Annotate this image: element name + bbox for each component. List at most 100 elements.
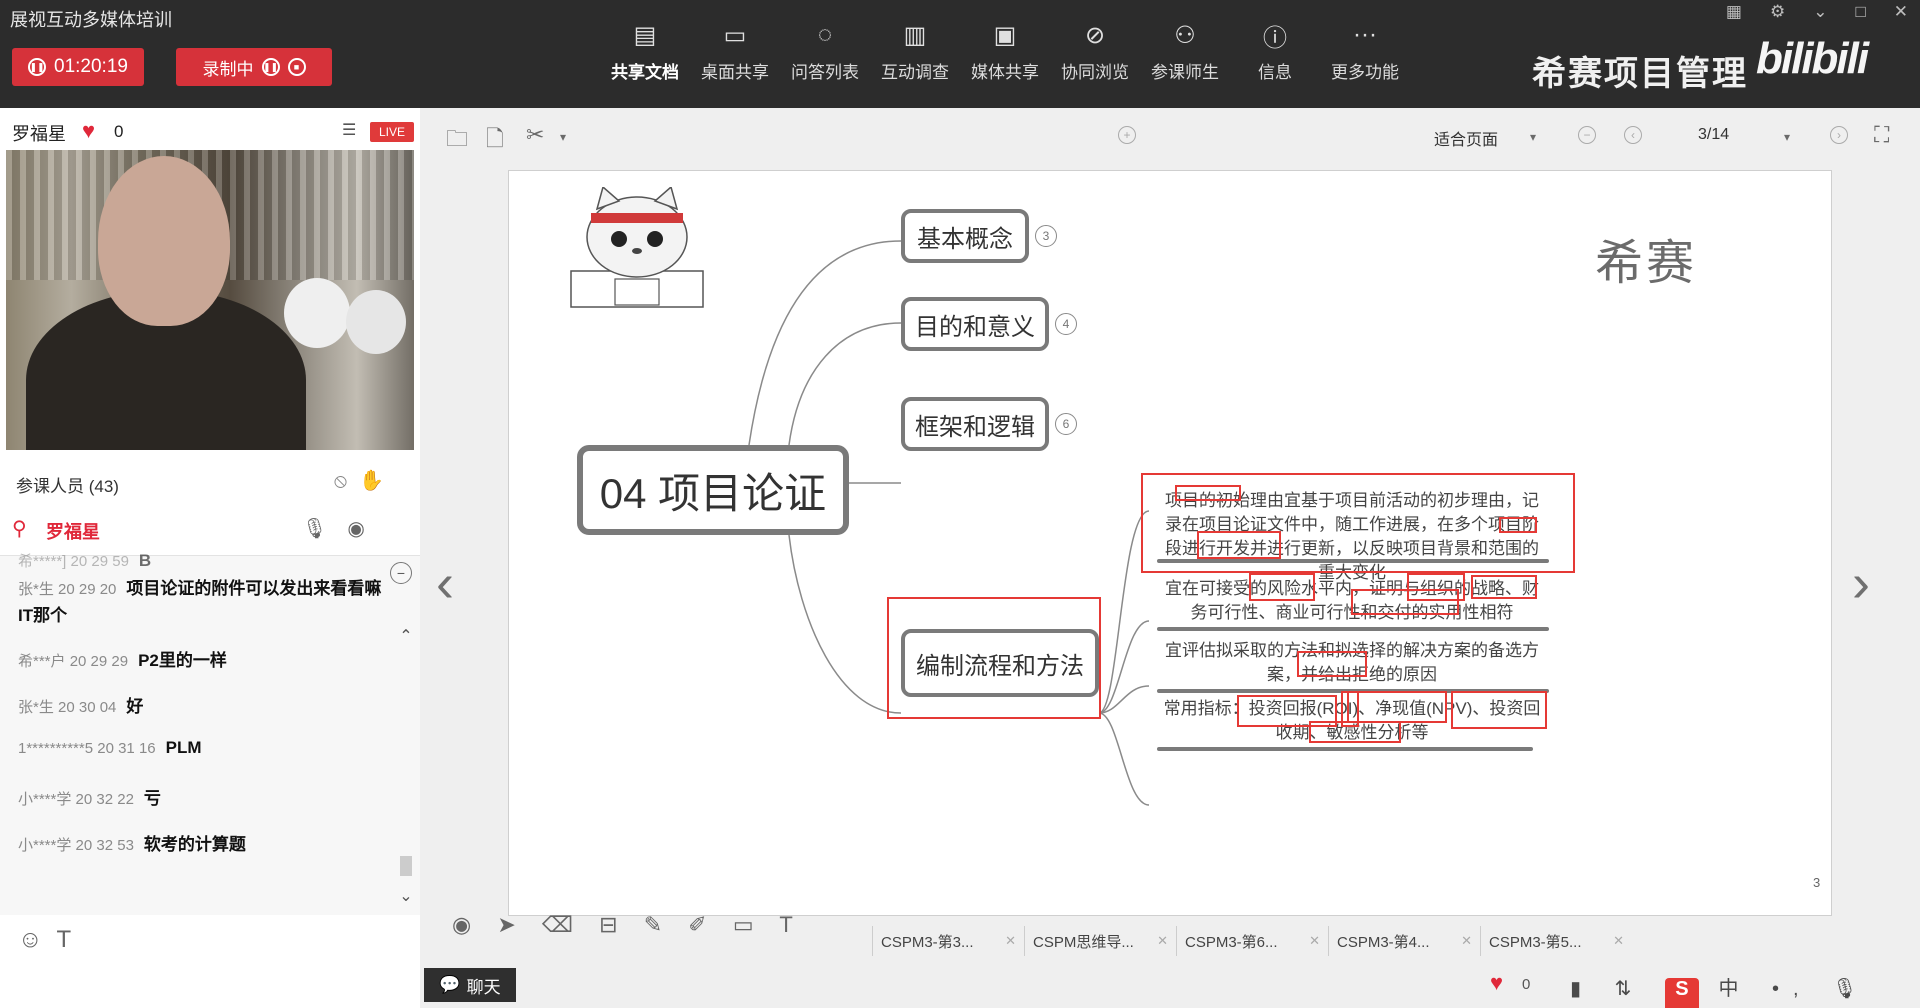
status-likes: 0 — [1522, 976, 1531, 993]
annotation-box — [1347, 691, 1447, 723]
close-icon[interactable]: ✕ — [1613, 933, 1624, 949]
collapse-icon[interactable]: − — [390, 562, 412, 584]
doc-tab[interactable]: CSPM3-第3... ✕ — [872, 926, 1024, 956]
punctuation-icon[interactable]: •, — [1772, 978, 1813, 1000]
settings-icon[interactable]: ⚙ — [1770, 2, 1785, 22]
fullscreen-icon[interactable]: ⛶ — [1874, 122, 1889, 148]
camera-icon[interactable]: ◉ — [347, 518, 384, 540]
tool-more[interactable]: ··· 更多功能 — [1320, 20, 1410, 83]
microphone-icon[interactable]: 🎙 — [1832, 978, 1871, 1000]
scissors-icon[interactable]: ✂ — [526, 122, 544, 148]
chinese-input-icon[interactable]: 中 — [1718, 978, 1752, 1000]
node-badge: 6 — [1055, 413, 1077, 435]
pointer-icon[interactable]: ➤ — [497, 912, 525, 937]
zoom-out-icon[interactable]: − — [1578, 126, 1596, 144]
close-icon[interactable]: ✕ — [1157, 933, 1168, 949]
host-video[interactable] — [6, 150, 414, 450]
tool-share-document[interactable]: ▤ 共享文档 — [600, 20, 690, 83]
timer-button[interactable]: ❚❚ 01:20:19 — [12, 48, 144, 86]
chat-message: 希***户 20 29 29 P2里的一样 — [18, 646, 227, 671]
doc-tab[interactable]: CSPM3-第6... ✕ — [1176, 926, 1328, 956]
chat-tab[interactable]: 💬 聊天 — [424, 968, 516, 1002]
prev-page-icon[interactable]: ‹ — [1624, 126, 1642, 144]
close-icon[interactable]: ✕ — [1461, 933, 1472, 949]
eraser-icon[interactable]: ⌫ — [542, 912, 583, 937]
doc-tab-label: CSPM3-第5... — [1489, 933, 1582, 951]
system-tray: ▮ ⇅ S 中 •, 🎙 ⌨ 👕 ▦ — [1570, 972, 1920, 1008]
mindmap-node-framework[interactable]: 框架和逻辑 — [901, 397, 1049, 451]
mute-all-icon[interactable]: ⦸ — [334, 470, 359, 492]
caret-down-icon[interactable]: ▾ — [1530, 130, 1536, 144]
menu-icon[interactable]: ☰ — [342, 120, 356, 140]
doc-tab-label: CSPM思维导... — [1033, 933, 1134, 951]
tool-survey[interactable]: ▥ 互动调查 — [870, 20, 960, 83]
close-icon[interactable]: ✕ — [1309, 933, 1320, 949]
record-stop-icon[interactable]: ■ — [287, 58, 306, 76]
mindmap-root-node[interactable]: 04 项目论证 — [577, 445, 849, 535]
bilibili-logo: bilibili — [1756, 34, 1869, 83]
node-badge: 3 — [1035, 225, 1057, 247]
caret-down-icon[interactable]: ▾ — [1784, 130, 1790, 144]
next-page-icon[interactable]: › — [1830, 126, 1848, 144]
clear-icon[interactable]: ⊟ — [599, 912, 627, 937]
text-tool-icon[interactable]: T — [779, 912, 802, 937]
desktop-share-icon: ▭ — [723, 21, 747, 49]
document-icon: ▤ — [633, 21, 657, 49]
laser-pointer-icon[interactable]: ◉ — [452, 912, 481, 937]
qa-icon: ◌ — [817, 21, 833, 48]
tool-co-browse[interactable]: ⊘ 协同浏览 — [1050, 20, 1140, 83]
microphone-icon[interactable]: 🎙 — [302, 518, 347, 540]
highlighter-icon[interactable]: ✐ — [688, 912, 716, 937]
pen-icon[interactable]: ✎ — [644, 912, 672, 937]
annotation-box — [1471, 575, 1537, 599]
attendee-actions: 🎙◉ — [302, 516, 385, 541]
tool-desktop-share[interactable]: ▭ 桌面共享 — [690, 20, 780, 83]
caret-down-icon[interactable]: ▾ — [560, 130, 566, 144]
host-name: 罗福星 — [12, 124, 66, 144]
record-button[interactable]: 录制中 ❚❚ ■ — [176, 48, 332, 86]
sogou-input-icon[interactable]: S — [1664, 978, 1699, 1008]
signal-icon: ▮ — [1570, 978, 1596, 1000]
close-icon[interactable]: ✕ — [1005, 933, 1016, 949]
live-badge: LIVE — [370, 122, 414, 142]
chat-time: 20 31 16 — [97, 740, 156, 757]
heart-icon[interactable]: ♥ — [1490, 970, 1503, 996]
attendee-row[interactable]: ⚲ 罗福星 🎙◉ — [12, 516, 412, 544]
heart-icon[interactable]: ♥ — [82, 118, 95, 144]
rectangle-icon[interactable]: ▭ — [733, 912, 764, 937]
doc-tab[interactable]: CSPM3-第5... ✕ — [1480, 926, 1632, 956]
maximize-icon[interactable]: □ — [1855, 2, 1865, 22]
folder-icon[interactable]: 🗀 — [446, 122, 468, 160]
close-icon[interactable]: ✕ — [1894, 2, 1908, 22]
zoom-in-icon[interactable]: + — [1118, 126, 1136, 144]
tool-qa-list[interactable]: ◌ 问答列表 — [780, 20, 870, 83]
participant-controls: ⦸✋ — [334, 468, 396, 493]
chat-user: 小****学 — [18, 837, 72, 854]
file-icon[interactable]: 🗋 — [486, 122, 504, 160]
hand-icon[interactable]: ✋ — [359, 470, 396, 492]
tool-info[interactable]: ⓘ 信息 — [1230, 20, 1320, 83]
chevron-down-icon[interactable]: ⌄ — [1813, 2, 1827, 22]
doc-tab-label: CSPM3-第3... — [881, 933, 974, 951]
chat-list[interactable]: 希*****] 20 29 59 B 张*生 20 29 20 项目论证的附件可以发… — [0, 551, 420, 915]
chat-time: 20 29 29 — [69, 653, 129, 670]
next-slide-arrow[interactable]: › — [1852, 552, 1870, 614]
mindmap-node-purpose[interactable]: 目的和意义 — [901, 297, 1049, 351]
tool-label: 互动调查 — [881, 63, 949, 82]
prev-slide-arrow[interactable]: ‹ — [436, 552, 454, 614]
scroll-thumb[interactable] — [400, 856, 412, 876]
text-format-icon[interactable]: T — [57, 926, 86, 953]
chevron-up-icon[interactable]: ⌃ — [396, 626, 416, 646]
record-pause-icon[interactable]: ❚❚ — [261, 58, 280, 76]
emoji-icon[interactable]: ☺ — [18, 926, 57, 953]
tool-media-share[interactable]: ▣ 媒体共享 — [960, 20, 1050, 83]
chat-scrollbar[interactable]: ⌃ ⌄ — [396, 566, 416, 906]
mindmap-node-basic-concept[interactable]: 基本概念 — [901, 209, 1029, 263]
fit-page-select[interactable]: 适合页面 — [1434, 126, 1498, 150]
page-number[interactable]: 3/14 — [1698, 126, 1729, 144]
doc-tab[interactable]: CSPM思维导... ✕ — [1024, 926, 1176, 956]
tool-participants[interactable]: ⚇ 参课师生 — [1140, 20, 1230, 83]
layout-icon[interactable]: ▦ — [1726, 2, 1742, 22]
chevron-down-icon[interactable]: ⌄ — [396, 886, 416, 906]
doc-tab[interactable]: CSPM3-第4... ✕ — [1328, 926, 1480, 956]
